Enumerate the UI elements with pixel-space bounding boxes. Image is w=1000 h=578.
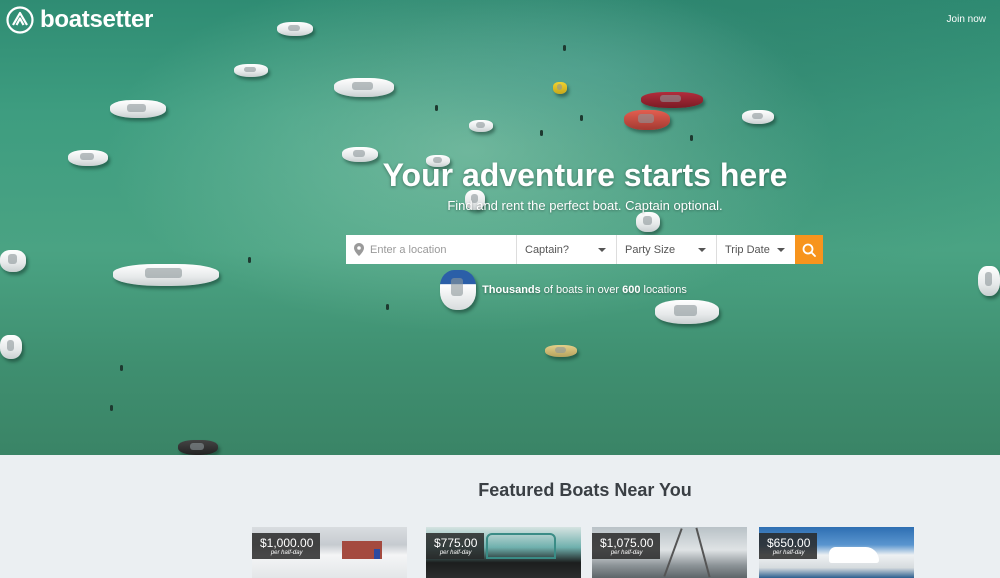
party-size-select[interactable]: Party Size [617,235,717,264]
swimmer [110,405,113,411]
brand-logo[interactable]: boatsetter [6,6,153,34]
location-pin-icon [354,243,364,256]
price-badge: $1,075.00 per half-day [592,533,661,559]
swimmer [580,115,583,121]
location-field[interactable] [346,235,517,264]
boat-image [178,440,218,455]
boat-image [234,64,268,77]
boat-price-unit: per half-day [610,550,643,556]
boat-card[interactable]: $1,075.00 per half-day [592,527,747,578]
swimmer [690,135,693,141]
boat-card[interactable]: $775.00 per half-day [426,527,581,578]
swimmer [540,130,543,136]
boat-image [545,345,577,357]
boat-image [0,250,26,272]
price-badge: $650.00 per half-day [759,533,818,559]
hero-water-overlay [0,0,1000,455]
boat-image [469,120,493,132]
featured-boats-list: $1,000.00 per half-day $775.00 per half-… [252,527,914,578]
swimmer [248,257,251,263]
boat-image [636,212,660,232]
hero-section: boatsetter Join now Your adventure start… [0,0,1000,455]
hero-headline: Your adventure starts here [382,157,788,193]
boat-image [641,92,703,108]
boat-image [655,300,719,324]
boat-price-unit: per half-day [772,550,805,556]
featured-title: Featured Boats Near You [478,480,692,500]
join-now-link[interactable]: Join now [947,14,986,25]
party-size-select-label: Party Size [625,243,676,256]
boat-card[interactable]: $650.00 per half-day [759,527,914,578]
swimmer [563,45,566,51]
logo-icon [6,6,34,34]
boat-image [553,82,567,94]
boat-price: $1,075.00 [600,536,654,550]
stats-text: Thousands of boats in over 600 locations [0,284,1000,296]
boat-image [277,22,313,36]
boat-card[interactable]: $1,000.00 per half-day [252,527,407,578]
boat-price: $775.00 [434,536,478,550]
search-icon [802,243,816,257]
stats-tail: locations [640,284,687,296]
search-bar: Captain? Party Size Trip Date [346,235,823,264]
boat-price-unit: per half-day [439,550,472,556]
swimmer [386,304,389,310]
boat-image [742,110,774,124]
stats-lead: Thousands [482,284,541,296]
price-badge: $775.00 per half-day [426,533,485,559]
boat-price: $650.00 [767,536,811,550]
boat-image [0,335,22,359]
swimmer [120,365,123,371]
boat-price: $1,000.00 [260,536,314,550]
boat-image [334,78,394,97]
chevron-down-icon [777,247,785,252]
trip-date-select[interactable]: Trip Date [717,235,795,264]
trip-date-select-label: Trip Date [725,243,770,256]
boat-price-unit: per half-day [270,550,303,556]
boat-image [624,110,670,130]
stats-middle: of boats in over [540,284,623,296]
brand-name: boatsetter [40,6,154,33]
captain-select[interactable]: Captain? [517,235,617,264]
chevron-down-icon [698,247,706,252]
captain-select-label: Captain? [525,243,570,256]
location-input[interactable] [370,243,510,256]
boat-image [113,264,219,286]
chevron-down-icon [598,247,606,252]
boat-image [110,100,166,118]
price-badge: $1,000.00 per half-day [252,533,321,559]
swimmer [435,105,438,111]
hero-subheadline: Find and rent the perfect boat. Captain … [447,198,723,213]
stats-count: 600 [622,284,641,296]
search-button[interactable] [795,235,823,264]
